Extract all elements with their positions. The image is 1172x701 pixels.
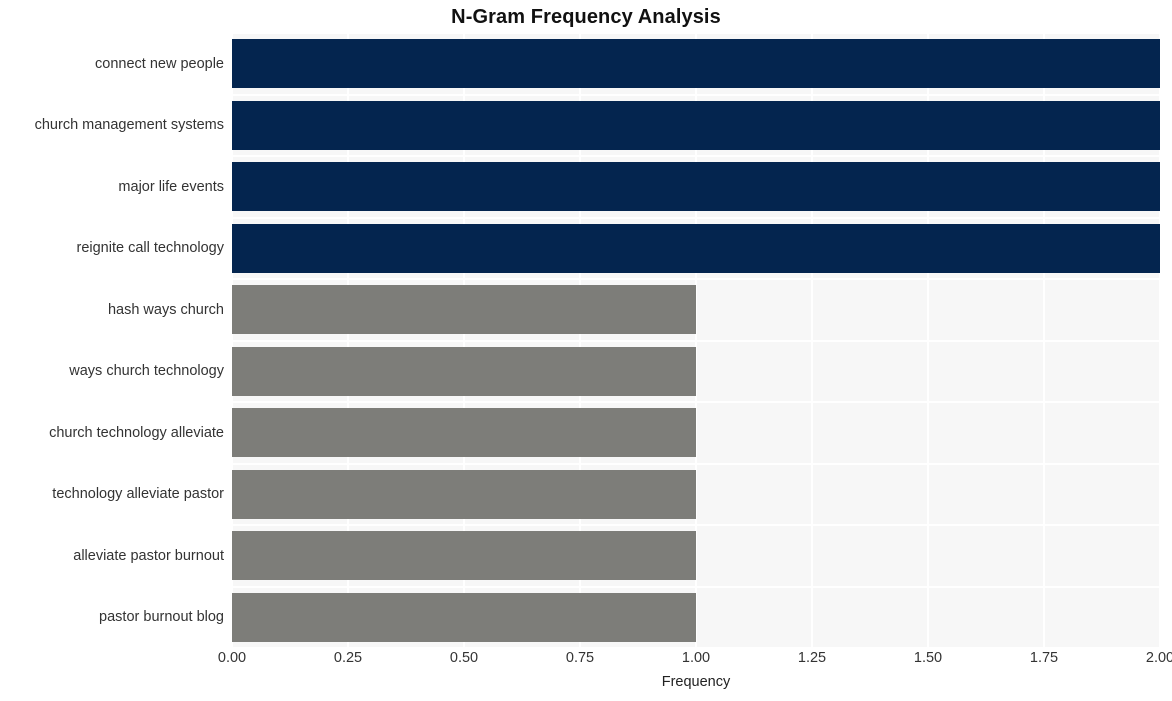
ngram-frequency-chart: N-Gram Frequency Analysis connect new pe…: [0, 0, 1172, 701]
x-tick-label: 1.00: [681, 650, 711, 666]
x-tick-label: 0.00: [217, 650, 247, 666]
y-tick-label: church management systems: [34, 117, 224, 134]
y-tick-label: major life events: [118, 178, 224, 195]
x-tick-label: 1.75: [1029, 650, 1059, 666]
y-tick-label: alleviate pastor burnout: [73, 547, 224, 564]
gridline-horizontal: [232, 585, 1160, 588]
gridline-horizontal: [232, 93, 1160, 96]
gridline-horizontal: [232, 278, 1160, 280]
gridline-horizontal: [232, 216, 1160, 219]
bar: [232, 531, 696, 581]
y-tick-label: reignite call technology: [76, 240, 224, 257]
x-tick-label: 2.00: [1145, 650, 1172, 666]
gridline-horizontal: [232, 524, 1160, 526]
x-tick-label: 0.75: [565, 650, 595, 666]
bar: [232, 39, 1160, 89]
gridline-horizontal: [232, 462, 1160, 465]
x-tick-label: 1.25: [797, 650, 827, 666]
bar: [232, 469, 696, 519]
bar: [232, 100, 1160, 150]
x-axis-title: Frequency: [661, 674, 731, 690]
bar: [232, 223, 1160, 273]
gridline-horizontal: [232, 33, 1160, 34]
y-tick-label: ways church technology: [69, 363, 224, 380]
y-tick-label: pastor burnout blog: [99, 609, 224, 626]
bar: [232, 285, 696, 335]
bar: [232, 408, 696, 458]
gridline-horizontal: [232, 647, 1160, 648]
bar: [232, 162, 1160, 212]
x-axis-tick-labels: 0.00 0.25 0.50 0.75 1.00 1.25 1.50 1.75 2.00: [218, 650, 1172, 672]
plot-area: [232, 33, 1160, 648]
y-axis-tick-labels: connect new people church management syst…: [0, 33, 224, 648]
y-tick-label: technology alleviate pastor: [52, 486, 224, 503]
bar: [232, 592, 696, 642]
bar: [232, 346, 696, 396]
y-tick-label: connect new people: [95, 55, 224, 72]
x-tick-label: 0.50: [449, 650, 479, 666]
gridline-horizontal: [232, 401, 1160, 403]
x-tick-label: 1.50: [913, 650, 943, 666]
chart-title: N-Gram Frequency Analysis: [451, 6, 721, 28]
gridline-horizontal: [232, 339, 1160, 342]
y-tick-label: hash ways church: [107, 301, 224, 318]
y-tick-label: church technology alleviate: [49, 424, 224, 441]
x-tick-label: 0.25: [333, 650, 363, 666]
gridline-horizontal: [232, 155, 1160, 157]
